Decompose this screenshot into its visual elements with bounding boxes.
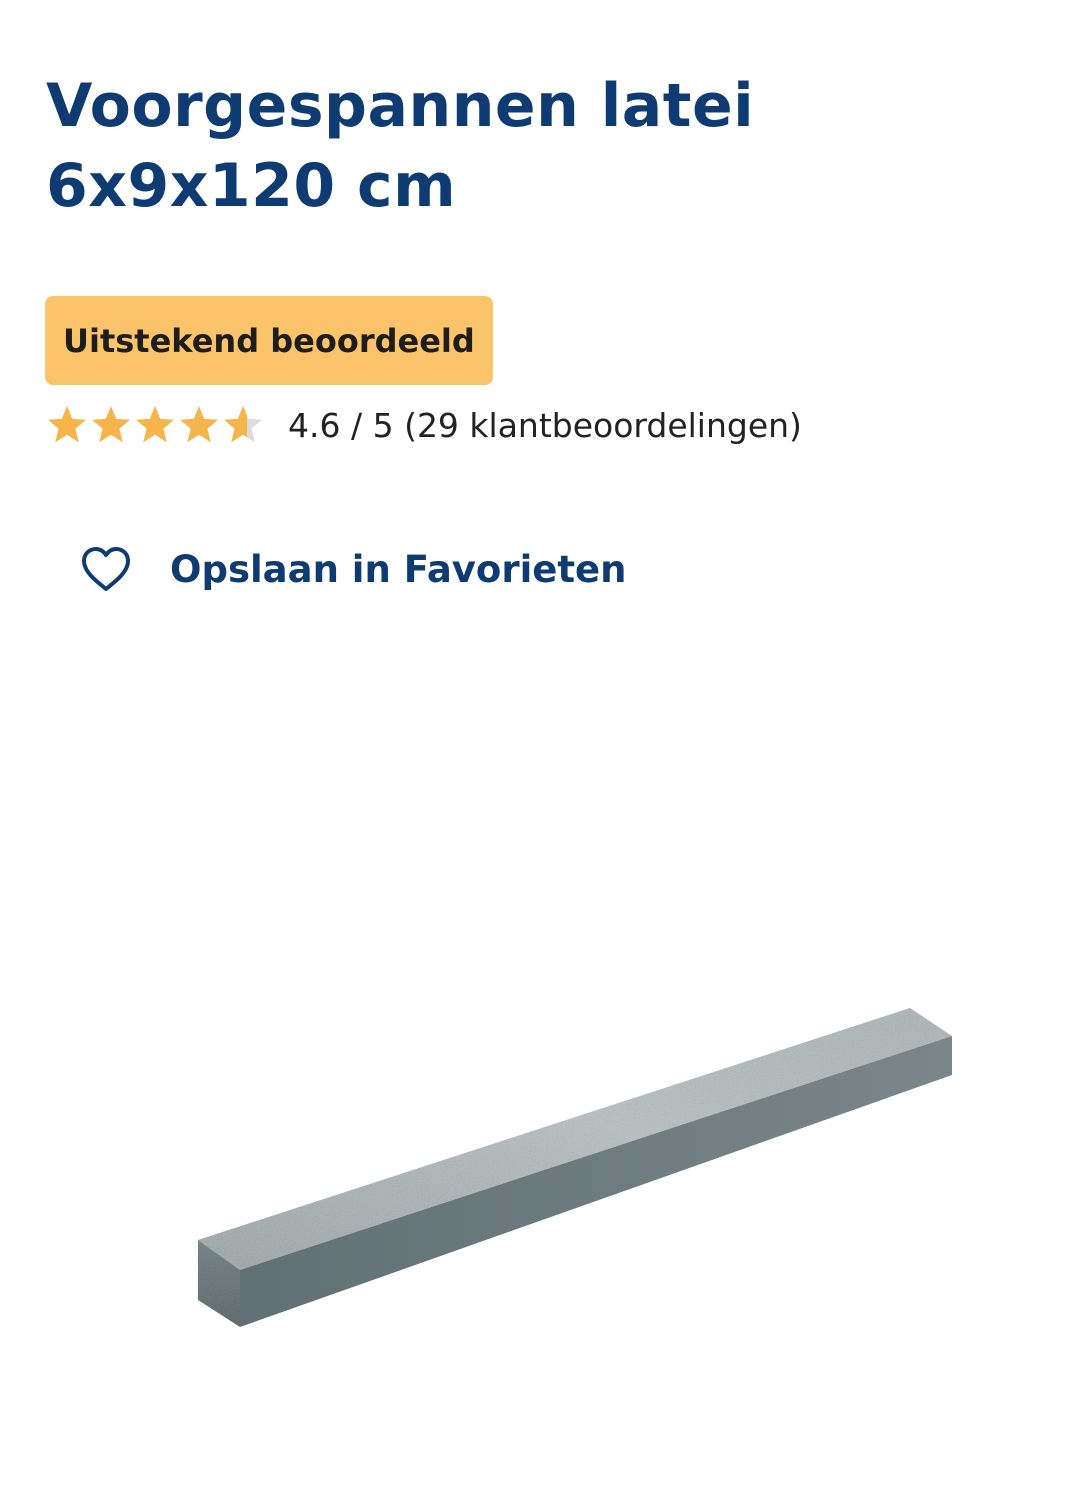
star-icon (180, 406, 218, 443)
star-icon (48, 406, 86, 443)
rating-badge: Uitstekend beoordeeld (45, 296, 493, 385)
rating-summary[interactable]: 4.6 / 5 (29 klantbeoordelingen) (46, 400, 802, 450)
star-icon (92, 406, 130, 443)
save-to-favorites-button[interactable]: Opslaan in Favorieten (80, 538, 626, 600)
rating-badge-label: Uitstekend beoordeeld (63, 321, 475, 360)
heart-icon (82, 547, 130, 591)
product-title: Voorgespannen latei 6x9x120 cm (46, 71, 755, 221)
star-rating (46, 404, 264, 446)
product-image (198, 1008, 952, 1327)
star-icon (224, 406, 262, 443)
favorites-label: Opslaan in Favorieten (170, 547, 627, 591)
rating-text[interactable]: 4.6 / 5 (29 klantbeoordelingen) (288, 406, 802, 445)
star-icon (136, 406, 174, 443)
